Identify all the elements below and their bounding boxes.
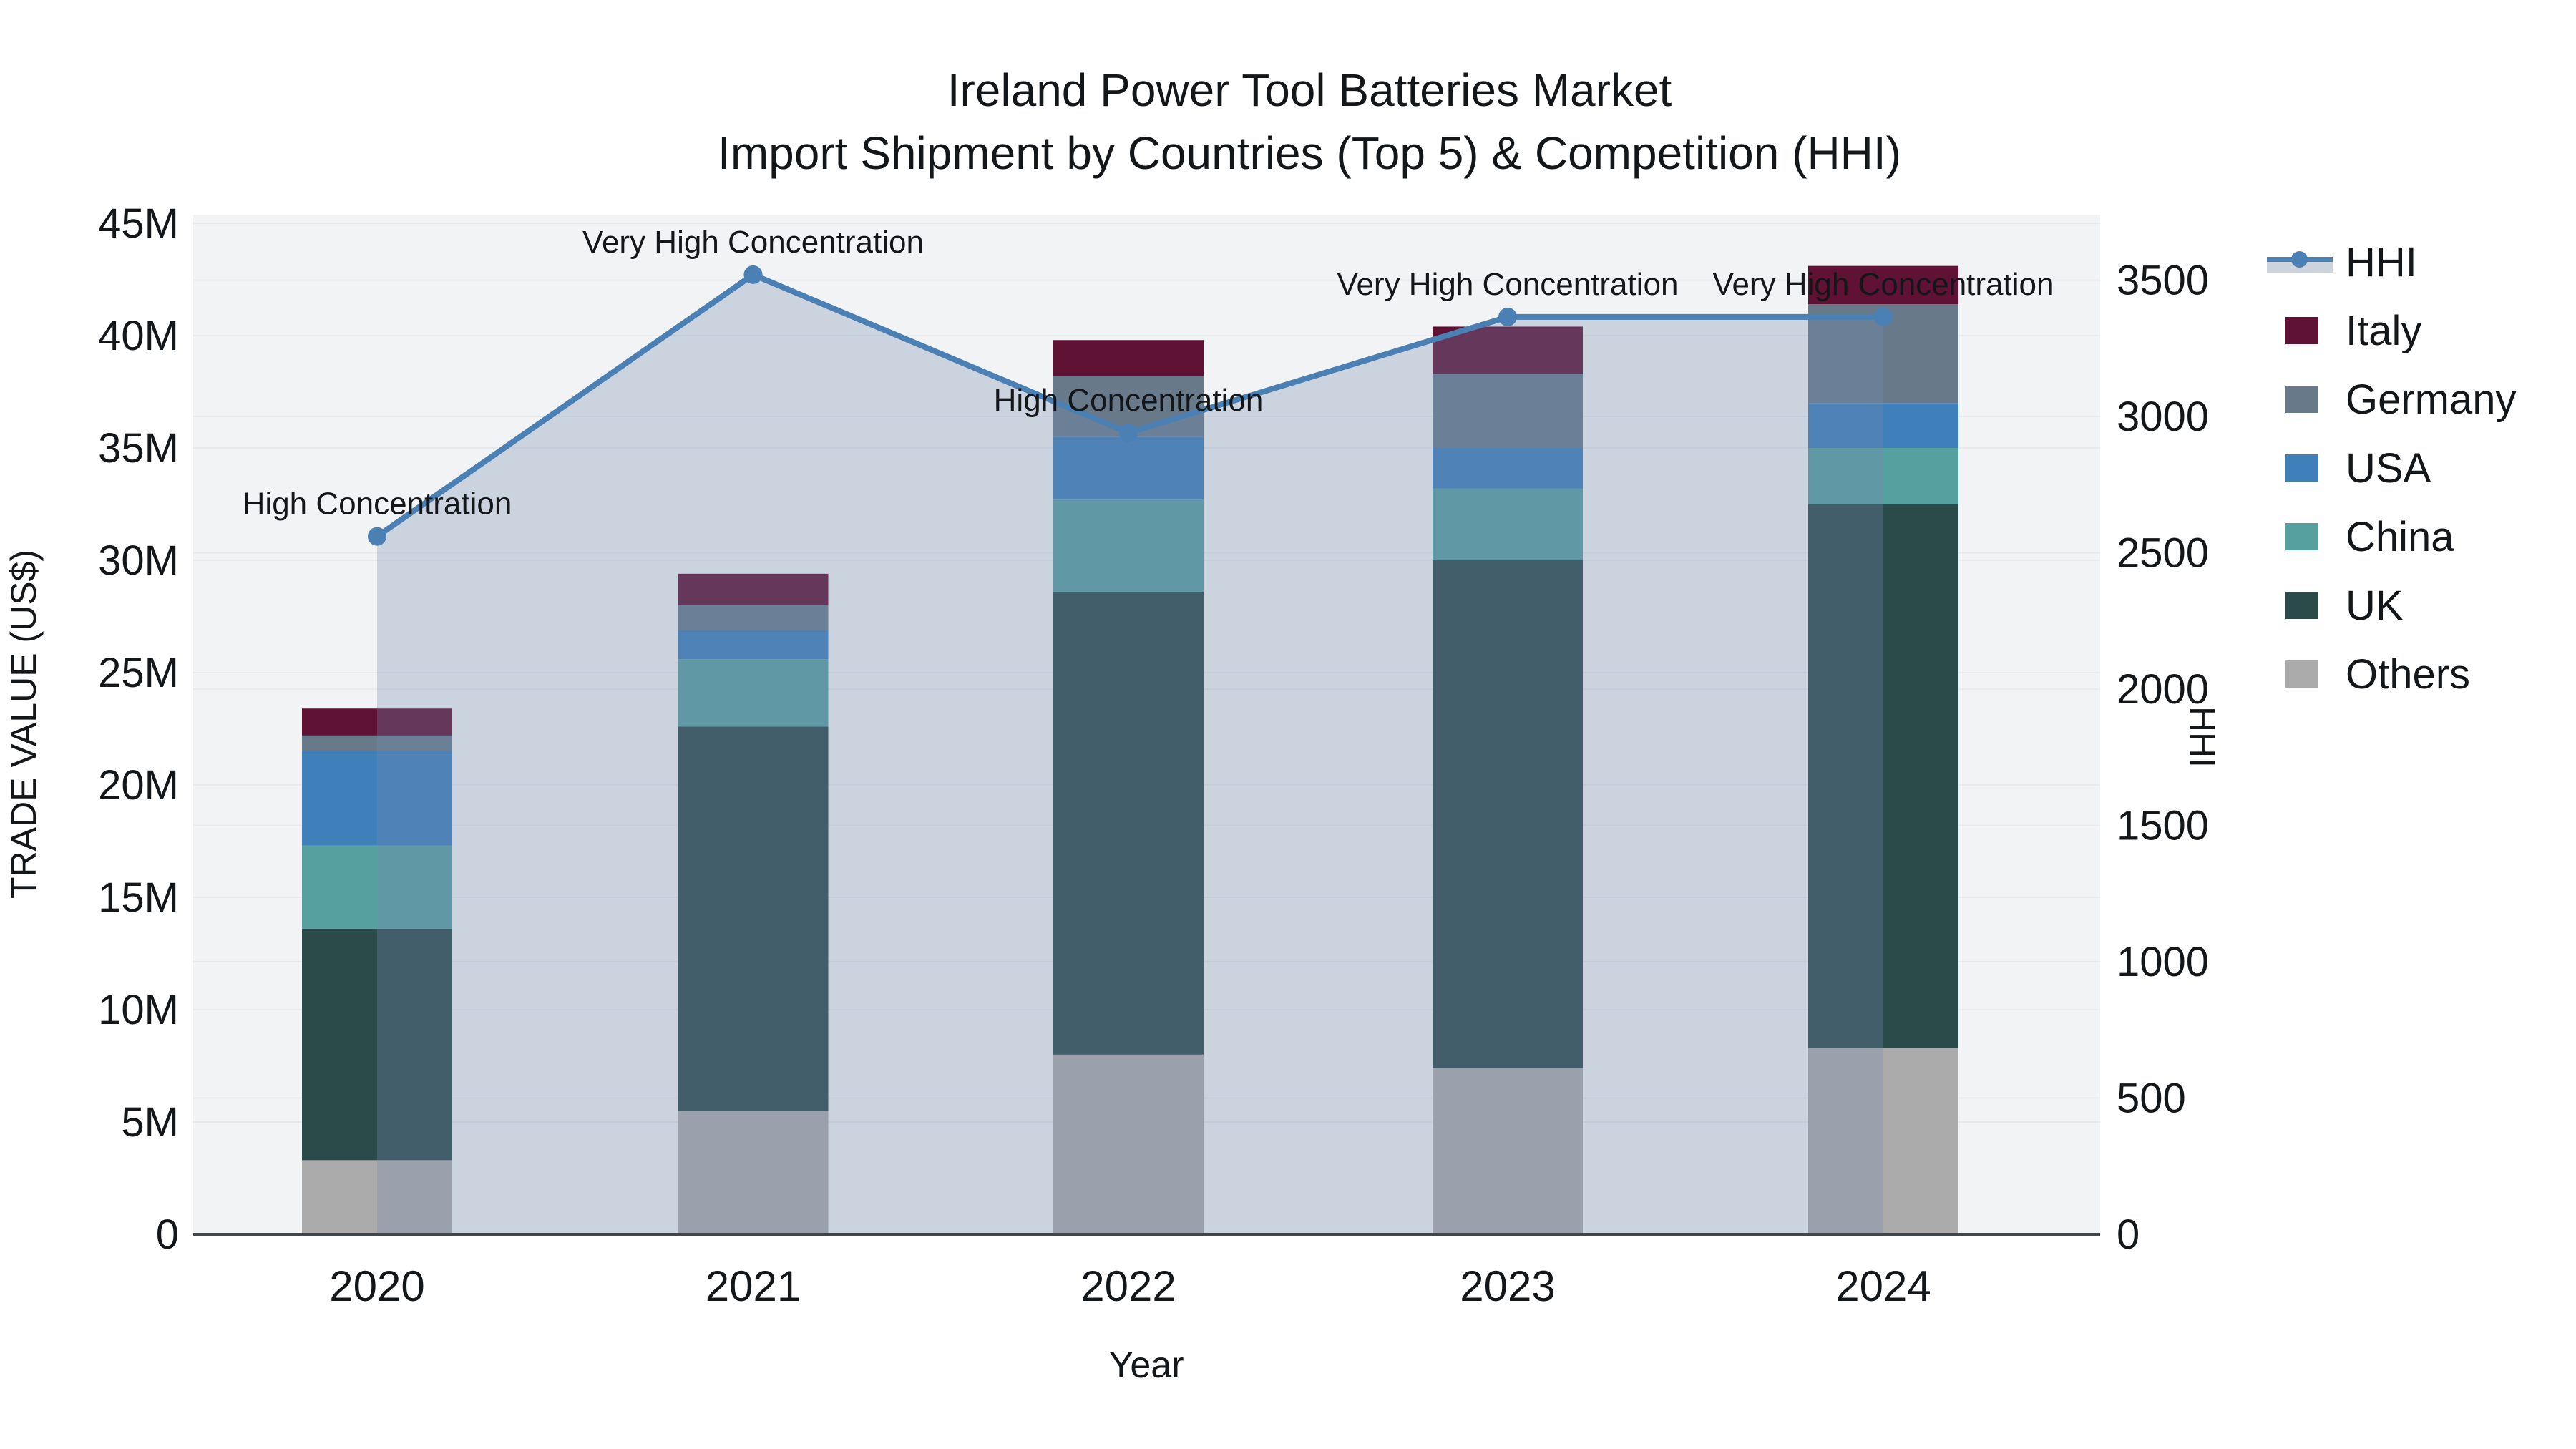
legend-swatch-others <box>2267 660 2333 688</box>
y-left-tick-30M: 30M <box>98 537 179 584</box>
annotation-2022: High Concentration <box>994 383 1264 418</box>
legend-label: Others <box>2346 650 2471 698</box>
x-tick-2020: 2020 <box>329 1262 424 1310</box>
annotation-2024: Very High Concentration <box>1713 267 2054 302</box>
y-left-tick-25M: 25M <box>98 650 179 696</box>
legend-label: China <box>2346 513 2454 560</box>
legend-label: UK <box>2346 582 2404 629</box>
annotation-2020: High Concentration <box>243 487 512 522</box>
hhi-marker-2020[interactable] <box>368 527 386 546</box>
x-tick-2023: 2023 <box>1460 1262 1555 1310</box>
y-left-tick-35M: 35M <box>98 425 179 472</box>
legend-swatch-germany <box>2267 385 2333 414</box>
y-left-tick-0: 0 <box>156 1211 179 1258</box>
legend-item-usa[interactable]: USA <box>2267 434 2517 502</box>
bar-segment-italy-2022[interactable] <box>1053 340 1204 376</box>
x-axis-title: Year <box>1108 1345 1184 1386</box>
hhi-marker-swatch <box>2291 251 2308 268</box>
y-axis-left-title: TRADE VALUE (US$) <box>4 549 44 899</box>
y-right-tick-3000: 3000 <box>2117 394 2209 440</box>
y-axis-right-title: HHI <box>2182 706 2223 769</box>
legend-item-germany[interactable]: Germany <box>2267 365 2517 434</box>
color-swatch-icon <box>2285 523 2318 550</box>
y-right-tick-1000: 1000 <box>2117 939 2209 985</box>
color-swatch-icon <box>2285 317 2318 344</box>
legend: HHI Italy Germany USA China UK Others <box>2267 228 2517 708</box>
hhi-marker-2024[interactable] <box>1874 307 1893 326</box>
y-right-tick-0: 0 <box>2117 1211 2140 1258</box>
legend-item-hhi[interactable]: HHI <box>2267 228 2517 296</box>
legend-swatch-usa <box>2267 454 2333 482</box>
color-swatch-icon <box>2285 386 2318 413</box>
legend-swatch-uk <box>2267 591 2333 620</box>
legend-label: USA <box>2346 444 2431 492</box>
color-swatch-icon <box>2285 660 2318 688</box>
y-right-tick-2500: 2500 <box>2117 530 2209 577</box>
color-swatch-icon <box>2285 592 2318 619</box>
hhi-marker-2022[interactable] <box>1119 423 1138 442</box>
hhi-marker-2023[interactable] <box>1498 307 1517 326</box>
y-left-tick-20M: 20M <box>98 762 179 809</box>
legend-item-china[interactable]: China <box>2267 502 2517 571</box>
y-left-tick-10M: 10M <box>98 987 179 1033</box>
legend-label: Germany <box>2346 376 2517 423</box>
y-right-tick-500: 500 <box>2117 1075 2186 1122</box>
x-tick-2021: 2021 <box>706 1262 801 1310</box>
legend-item-italy[interactable]: Italy <box>2267 296 2517 365</box>
figure: Ireland Power Tool Batteries Market Impo… <box>0 0 2576 1449</box>
color-swatch-icon <box>2285 454 2318 482</box>
x-tick-2022: 2022 <box>1080 1262 1176 1310</box>
y-right-tick-1500: 1500 <box>2117 803 2209 849</box>
legend-label: HHI <box>2346 238 2417 286</box>
y-left-tick-40M: 40M <box>98 313 179 359</box>
y-left-tick-5M: 5M <box>121 1099 179 1146</box>
annotation-2021: Very High Concentration <box>582 225 924 260</box>
legend-item-uk[interactable]: UK <box>2267 571 2517 640</box>
legend-item-others[interactable]: Others <box>2267 640 2517 708</box>
y-left-tick-45M: 45M <box>98 200 179 247</box>
y-right-tick-3500: 3500 <box>2117 258 2209 304</box>
legend-hhi-line-sample-icon <box>2267 248 2333 276</box>
legend-swatch-italy <box>2267 316 2333 345</box>
y-left-tick-15M: 15M <box>98 874 179 921</box>
legend-swatch-china <box>2267 522 2333 551</box>
legend-label: Italy <box>2346 307 2422 354</box>
hhi-marker-2021[interactable] <box>743 265 763 284</box>
x-tick-2024: 2024 <box>1835 1262 1931 1310</box>
annotation-2023: Very High Concentration <box>1337 267 1679 302</box>
